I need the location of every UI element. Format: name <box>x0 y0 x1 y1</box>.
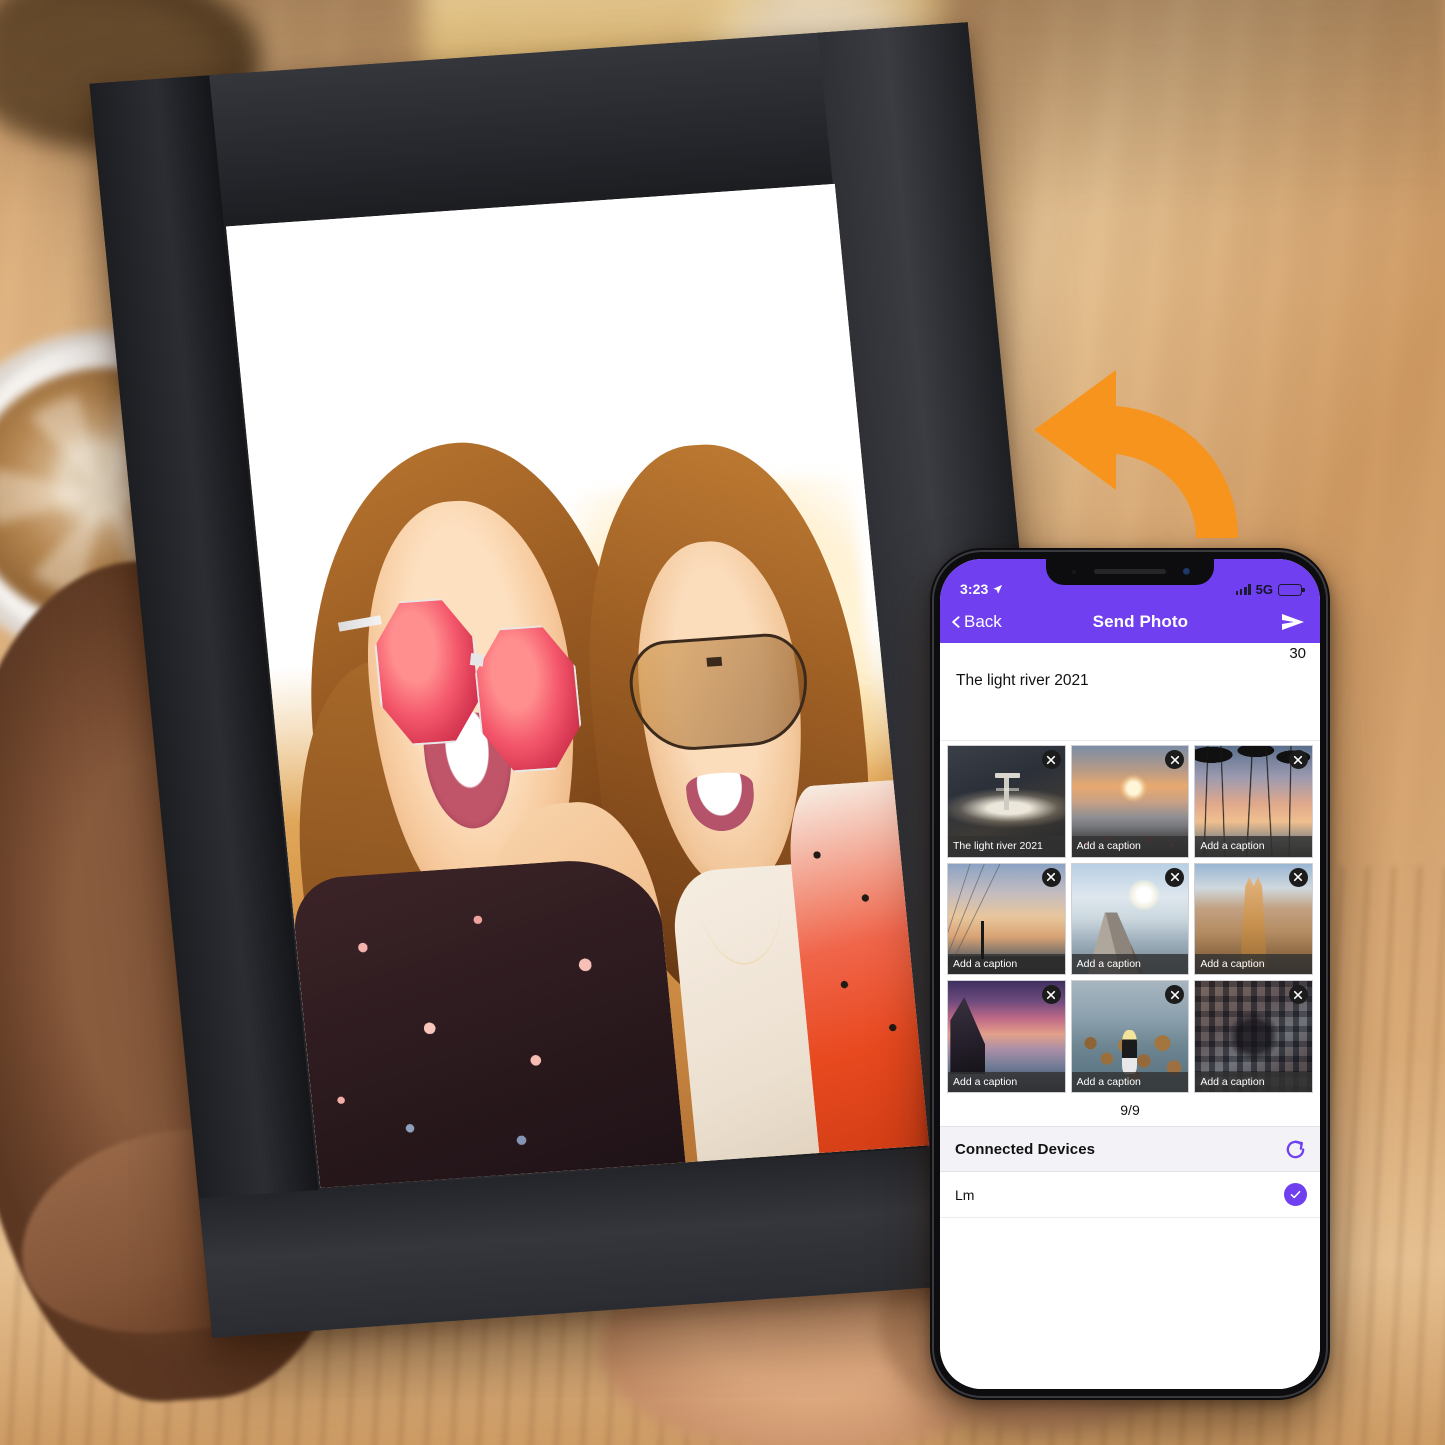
phone-notch <box>1046 559 1214 585</box>
ir-sensor-icon <box>1072 570 1076 574</box>
page-title: Send Photo <box>1092 612 1189 631</box>
close-icon <box>1170 755 1179 764</box>
remove-photo-button[interactable] <box>1165 867 1185 887</box>
close-icon <box>1294 990 1303 1000</box>
character-counter: 30 <box>1289 645 1306 662</box>
close-icon <box>1047 755 1056 764</box>
photo-caption[interactable]: The light river 2021 <box>948 836 1065 857</box>
front-camera-icon <box>1183 568 1190 575</box>
woman-left-glasses-bridge <box>470 653 485 667</box>
status-bar-left: 3:23 <box>960 581 1003 597</box>
close-icon <box>1170 990 1179 1000</box>
refresh-devices-button[interactable] <box>1283 1137 1307 1161</box>
check-icon <box>1290 1191 1301 1199</box>
remove-photo-button[interactable] <box>1041 750 1061 769</box>
photo-caption[interactable]: Add a caption <box>1071 1071 1189 1093</box>
photo-counter: 9/9 <box>940 1095 1320 1127</box>
photo-grid: The light river 2021 Add a caption Add a… <box>947 745 1313 1094</box>
frame-photo <box>226 183 930 1188</box>
caption-editor[interactable]: 30 The light river 2021 <box>940 643 1320 741</box>
photo-cell[interactable]: Add a caption <box>1194 745 1313 858</box>
nav-bar: Back Send Photo <box>940 601 1320 643</box>
close-icon <box>1047 990 1056 1000</box>
battery-icon <box>1278 583 1305 596</box>
photo-caption[interactable]: Add a caption <box>1071 836 1189 857</box>
send-icon <box>1282 614 1304 630</box>
photo-caption[interactable]: Add a caption <box>1195 1071 1312 1093</box>
close-icon <box>1047 873 1056 882</box>
photo-cell[interactable]: Add a caption <box>947 980 1066 1094</box>
device-name: Lm <box>955 1186 975 1203</box>
photo-cell[interactable]: Add a caption <box>1070 745 1190 858</box>
back-button[interactable]: Back <box>950 612 1002 632</box>
photo-caption[interactable]: Add a caption <box>1071 953 1189 975</box>
close-icon <box>1170 873 1179 882</box>
photo-cell[interactable]: The light river 2021 <box>947 745 1066 858</box>
orange-curved-arrow-icon <box>1034 370 1238 538</box>
woman-right-glasses-bridge <box>706 656 723 668</box>
remove-photo-button[interactable] <box>1288 867 1308 887</box>
status-time: 3:23 <box>960 581 989 597</box>
refresh-icon <box>1286 1140 1304 1158</box>
photo-cell[interactable]: Add a caption <box>1070 980 1190 1094</box>
woman-left-floral-dress <box>290 854 688 1188</box>
photo-grid-scroll[interactable]: The light river 2021 Add a caption Add a… <box>940 741 1320 1096</box>
chevron-left-icon <box>952 616 960 628</box>
network-label: 5G <box>1255 582 1273 597</box>
photo-caption[interactable]: Add a caption <box>1195 836 1312 857</box>
device-list-item[interactable]: Lm <box>940 1172 1320 1219</box>
close-icon <box>1294 873 1303 882</box>
photo-cell[interactable]: Add a caption <box>1070 862 1190 976</box>
phone-screen: 3:23 5G Back Send Photo 30 The light riv… <box>940 559 1320 1389</box>
photo-cell[interactable]: Add a caption <box>1194 980 1313 1094</box>
frame-display <box>226 183 930 1188</box>
smartphone: 3:23 5G Back Send Photo 30 The light riv… <box>930 548 1330 1400</box>
photo-caption[interactable]: Add a caption <box>1195 953 1312 975</box>
photo-caption[interactable]: Add a caption <box>948 1071 1065 1093</box>
signal-bars-icon <box>1235 584 1251 595</box>
photo-caption[interactable]: Add a caption <box>948 953 1065 975</box>
photo-cell[interactable]: Add a caption <box>1194 862 1313 976</box>
connected-devices-header: Connected Devices <box>940 1126 1320 1173</box>
bottom-empty-area <box>940 1218 1320 1389</box>
location-arrow-icon <box>993 584 1003 594</box>
connected-devices-title: Connected Devices <box>955 1140 1096 1158</box>
remove-photo-button[interactable] <box>1041 867 1061 887</box>
close-icon <box>1294 755 1303 764</box>
device-selected-badge[interactable] <box>1284 1183 1307 1207</box>
back-button-label: Back <box>964 612 1002 631</box>
earpiece-speaker <box>1094 569 1166 574</box>
send-button[interactable] <box>1279 610 1307 634</box>
status-bar-right: 5G <box>1235 582 1305 597</box>
photo-cell[interactable]: Add a caption <box>947 862 1066 976</box>
remove-photo-button[interactable] <box>1288 750 1308 769</box>
remove-photo-button[interactable] <box>1041 985 1061 1005</box>
caption-input[interactable]: The light river 2021 <box>956 671 1306 691</box>
